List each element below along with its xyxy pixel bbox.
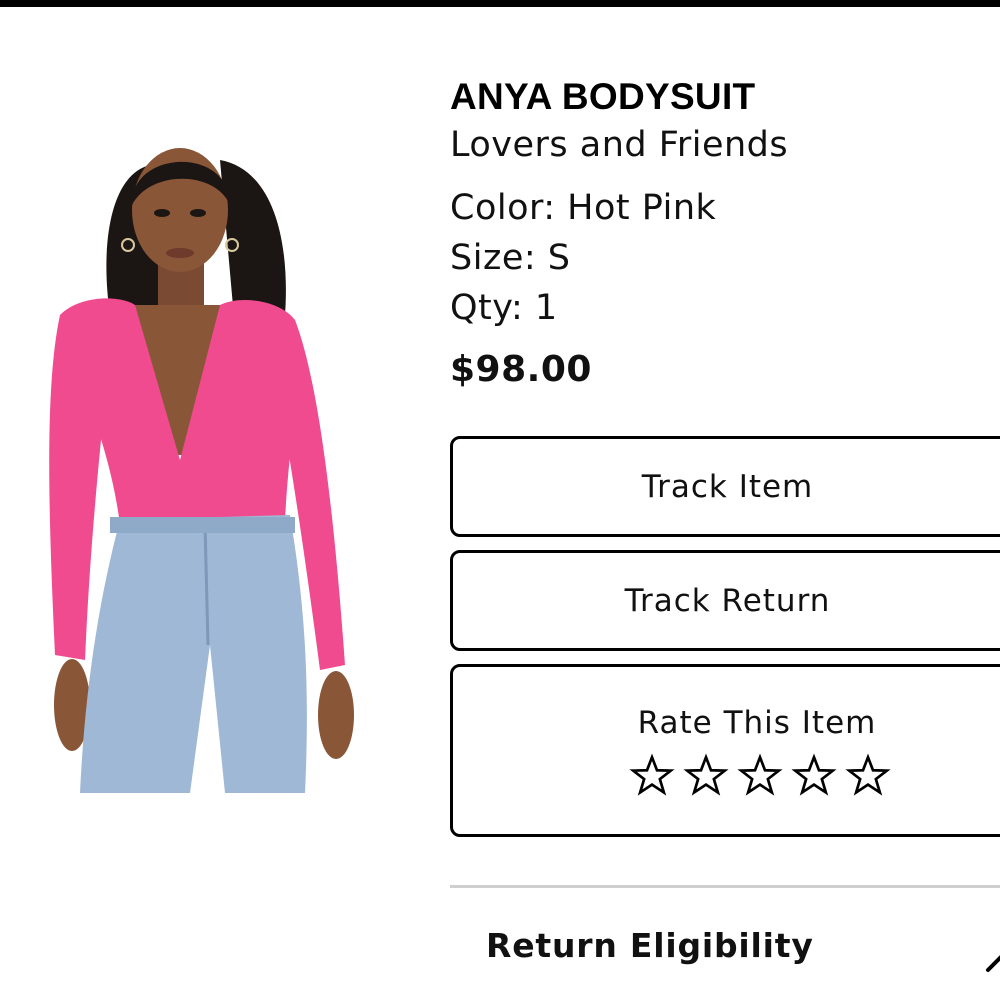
product-details: ANYA BODYSUIT Lovers and Friends Color: … <box>450 75 1000 395</box>
product-price: $98.00 <box>450 349 592 390</box>
track-return-label: Track Return <box>624 582 831 619</box>
product-qty: Qty: 1 <box>450 288 558 328</box>
product-title: ANYA BODYSUIT <box>450 76 756 117</box>
product-image <box>40 125 370 793</box>
star-icon-2[interactable] <box>683 753 729 799</box>
star-rating <box>629 753 891 799</box>
chevron-icon <box>986 955 1000 972</box>
track-item-label: Track Item <box>641 468 814 505</box>
product-color: Color: Hot Pink <box>450 188 717 228</box>
return-eligibility-row[interactable]: Return Eligibility <box>450 912 1000 982</box>
star-icon-5[interactable] <box>845 753 891 799</box>
star-icon-1[interactable] <box>629 753 675 799</box>
star-icon-4[interactable] <box>791 753 837 799</box>
return-eligibility-label: Return Eligibility <box>486 926 814 965</box>
section-divider <box>450 885 1000 888</box>
track-item-button[interactable]: Track Item <box>450 436 1000 537</box>
top-bar <box>0 0 1000 7</box>
product-size: Size: S <box>450 238 571 278</box>
rate-item-label: Rate This Item <box>637 705 877 741</box>
rate-item-panel: Rate This Item <box>450 664 1000 837</box>
track-return-button[interactable]: Track Return <box>450 550 1000 651</box>
star-icon-3[interactable] <box>737 753 783 799</box>
product-brand: Lovers and Friends <box>450 125 789 165</box>
